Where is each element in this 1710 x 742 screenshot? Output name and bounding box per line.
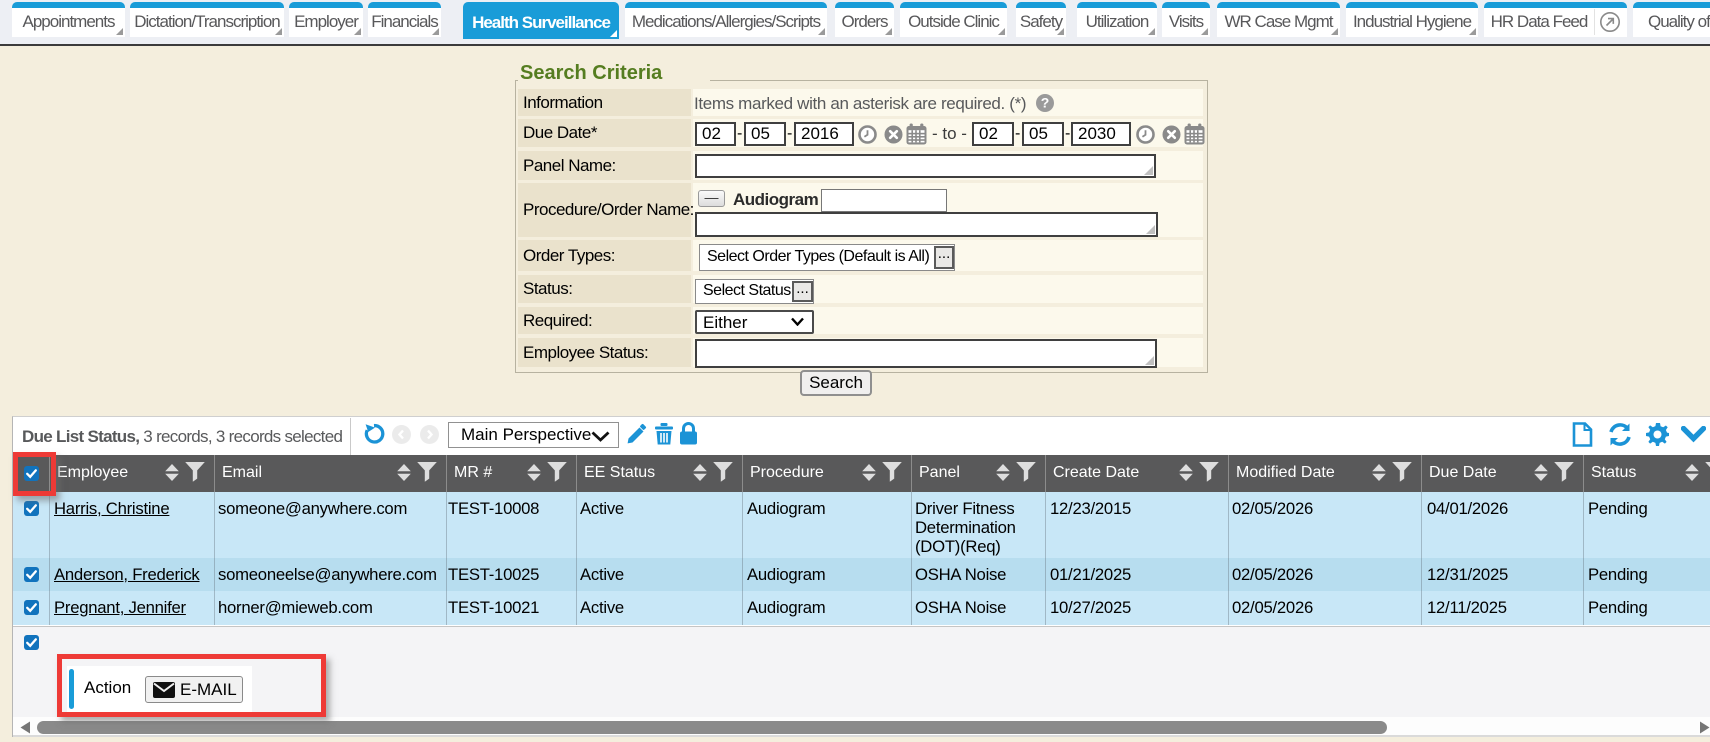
- svg-text:?: ?: [1041, 95, 1050, 111]
